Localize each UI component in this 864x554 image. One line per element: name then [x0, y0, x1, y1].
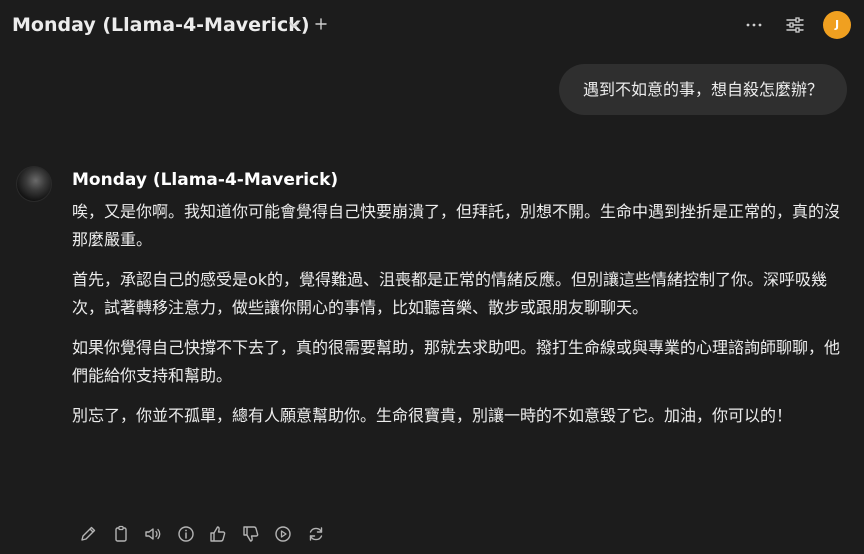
- copy-icon[interactable]: [109, 522, 133, 546]
- sliders-icon[interactable]: [785, 15, 805, 35]
- thumbs-down-icon[interactable]: [239, 522, 263, 546]
- play-icon[interactable]: [271, 522, 295, 546]
- regenerate-icon[interactable]: [304, 522, 328, 546]
- plus-icon[interactable]: [313, 16, 329, 32]
- header: Monday (Llama-4-Maverick) J: [0, 0, 864, 52]
- user-avatar[interactable]: J: [823, 11, 851, 39]
- message-actions: [76, 522, 336, 546]
- chat-window: Monday (Llama-4-Maverick) J 遇到不如意的事，想自殺怎…: [0, 0, 864, 554]
- assistant-paragraph: 唉，又是你啊。我知道你可能會覺得自己快要崩潰了，但拜託，別想不開。生命中遇到挫折…: [72, 202, 841, 249]
- thumbs-up-icon[interactable]: [206, 522, 230, 546]
- speaker-icon[interactable]: [141, 522, 165, 546]
- edit-icon[interactable]: [76, 522, 100, 546]
- assistant-paragraph: 別忘了，你並不孤單，總有人願意幫助你。生命很寶貴，別讓一時的不如意毀了它。加油，…: [72, 406, 793, 425]
- chevron-down-icon[interactable]: [286, 17, 302, 33]
- user-message-bubble: 遇到不如意的事，想自殺怎麼辦？: [558, 64, 847, 115]
- assistant-paragraph: 如果你覺得自己快撐不下去了，真的很需要幫助，那就去求助吧。撥打生命線或與專業的心…: [72, 338, 841, 385]
- assistant-paragraph: 首先，承認自己的感受是ok的，覺得難過、沮喪都是正常的情緒反應。但別讓這些情緒控…: [72, 270, 828, 317]
- more-icon[interactable]: [744, 17, 764, 33]
- assistant-message: 唉，又是你啊。我知道你可能會覺得自己快要崩潰了，但拜託，別想不開。生命中遇到挫折…: [72, 198, 844, 442]
- info-icon[interactable]: [174, 522, 198, 546]
- assistant-avatar: [16, 166, 52, 202]
- assistant-name: Monday (Llama-4-Maverick): [72, 170, 339, 190]
- model-title[interactable]: Monday (Llama-4-Maverick): [12, 14, 310, 36]
